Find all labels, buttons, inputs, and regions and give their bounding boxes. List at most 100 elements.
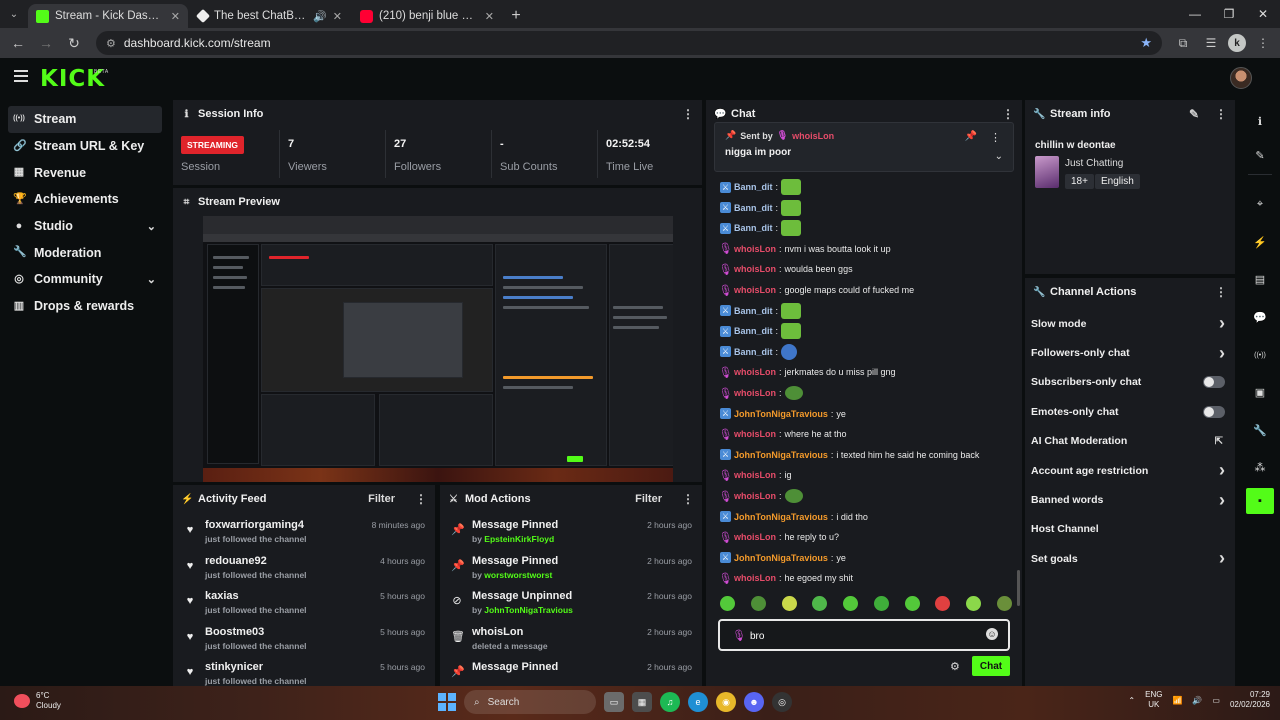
chat-message[interactable]: 🎙 whoisLon: he egoed my shit: [719, 569, 854, 587]
more-options-icon[interactable]: ⋮: [1215, 107, 1227, 121]
chat-username[interactable]: whoisLon: [734, 573, 776, 583]
mod-action-item[interactable]: 🗑 whoisLon deleted a message 2 hours ago: [440, 620, 702, 656]
chat-messages[interactable]: ⚔ Bann_dit: ⚔ Bann_dit: ⚔ Bann_dit: 🎙 whoisLon:…: [706, 120, 1022, 606]
chat-message[interactable]: 🎙 whoisLon: nvm i was boutta look it up: [719, 240, 891, 258]
chat-username[interactable]: whoisLon: [734, 429, 776, 439]
new-tab-button[interactable]: +: [504, 4, 528, 28]
chat-emote[interactable]: [784, 386, 803, 400]
chat-settings-icon[interactable]: ⚙: [950, 660, 960, 673]
pinned-message[interactable]: 📌 Sent by 🎙 whoisLon nigga im poor 📌 ⋮ ⌄: [714, 122, 1014, 172]
channel-action-host-channel[interactable]: Host Channel: [1025, 515, 1235, 544]
more-options-icon[interactable]: ⋮: [415, 492, 427, 506]
chat-message[interactable]: 🎙 whoisLon: jerkmates do u miss pill gng: [719, 363, 896, 381]
quick-emote[interactable]: [781, 595, 797, 611]
wrench-icon[interactable]: 🔧: [1246, 417, 1274, 443]
tab-search-menu-button[interactable]: ⌄: [0, 0, 28, 28]
site-info-icon[interactable]: ⚙: [106, 37, 116, 50]
send-chat-button[interactable]: Chat: [972, 656, 1010, 676]
chat-message[interactable]: ⚔ Bann_dit:: [720, 322, 802, 340]
chat-username[interactable]: whoisLon: [734, 532, 776, 542]
mod-action-item[interactable]: ⊘ Message Unpinned by JohnTonNigaTravious 2…: [440, 584, 702, 620]
chat-message[interactable]: ⚔ Bann_dit:: [720, 199, 802, 217]
quick-emote[interactable]: [812, 595, 828, 611]
channel-action-set-goals[interactable]: Set goals ›: [1025, 544, 1235, 573]
obs-icon[interactable]: ◎: [772, 692, 792, 712]
chat-username[interactable]: JohnTonNigaTravious: [734, 450, 828, 460]
quick-emote[interactable]: [935, 595, 951, 611]
chevron-down-icon[interactable]: ⌄: [147, 220, 156, 233]
language-indicator[interactable]: ENG UK: [1145, 690, 1162, 710]
tab-chatbot[interactable]: The best ChatBot and Widg 🔊 ✕: [190, 4, 350, 28]
chevron-right-icon[interactable]: ›: [1219, 548, 1225, 569]
maximize-icon[interactable]: ❐: [1212, 0, 1246, 28]
chat-message[interactable]: ⚔ JohnTonNigaTravious: i texted him he sai…: [720, 446, 979, 464]
chat-emote[interactable]: [781, 323, 802, 340]
file-explorer-icon[interactable]: ▭: [604, 692, 624, 712]
chat-input-box[interactable]: 🎙 ☺: [718, 619, 1010, 651]
browser-menu-icon[interactable]: ⋮: [1252, 32, 1274, 54]
forward-icon[interactable]: →: [34, 31, 58, 55]
more-options-icon[interactable]: ⋮: [682, 492, 694, 506]
chat-username[interactable]: Bann_dit: [734, 223, 773, 233]
chat-username[interactable]: whoisLon: [734, 285, 776, 295]
chat-message[interactable]: ⚔ Bann_dit:: [720, 343, 798, 361]
channel-action-emotes-only-chat[interactable]: Emotes-only chat: [1025, 397, 1235, 426]
chat-message[interactable]: ⚔ Bann_dit:: [720, 302, 802, 320]
quick-emote[interactable]: [873, 595, 889, 611]
chat-username[interactable]: whoisLon: [734, 491, 776, 501]
target-icon[interactable]: ⌖: [1246, 191, 1274, 217]
store-icon[interactable]: ▦: [632, 692, 652, 712]
close-tab-icon[interactable]: ✕: [333, 10, 342, 23]
speaker-icon[interactable]: 🔊: [313, 10, 327, 23]
spotify-icon[interactable]: ♫: [660, 692, 680, 712]
external-link-icon[interactable]: ⇱: [1215, 436, 1223, 447]
chat-emote[interactable]: [781, 302, 802, 319]
wifi-icon[interactable]: 📶: [1172, 696, 1182, 705]
chat-emote[interactable]: [781, 179, 802, 195]
chat-message[interactable]: ⚔ JohnTonNigaTravious: i did tho: [720, 508, 868, 526]
activity-item[interactable]: ♥ stinkynicer just followed the channel 5 h…: [173, 655, 435, 686]
quick-emote[interactable]: [966, 595, 982, 611]
chat-username[interactable]: whoisLon: [734, 264, 776, 274]
bolt-icon[interactable]: ⚡: [1246, 229, 1274, 255]
chrome-icon[interactable]: ◉: [716, 692, 736, 712]
chat-message[interactable]: 🎙 whoisLon:: [719, 384, 803, 402]
chat-username[interactable]: Bann_dit: [734, 203, 773, 213]
broadcast-icon[interactable]: ((•)): [1246, 342, 1274, 368]
channel-action-subscribers-only-chat[interactable]: Subscribers-only chat: [1025, 368, 1235, 397]
chat-message[interactable]: ⚔ Bann_dit:: [720, 178, 802, 196]
chat-username[interactable]: whoisLon: [734, 244, 776, 254]
nodes-icon[interactable]: ⁂: [1246, 454, 1274, 480]
channel-action-followers-only-chat[interactable]: Followers-only chat ›: [1025, 338, 1235, 367]
mod-action-item[interactable]: 📌 Message Pinned 2 hours ago: [440, 655, 702, 686]
activity-item[interactable]: ♥ kaxias just followed the channel 5 hours …: [173, 584, 435, 620]
sidebar-item-drops-rewards[interactable]: ▥ Drops & rewards: [8, 293, 162, 320]
chevron-down-icon[interactable]: ⌄: [147, 273, 156, 286]
emoji-picker-icon[interactable]: ☺: [986, 628, 998, 640]
url-bar[interactable]: ⚙ dashboard.kick.com/stream ★: [96, 31, 1162, 55]
chat-username[interactable]: JohnTonNigaTravious: [734, 512, 828, 522]
edge-icon[interactable]: e: [688, 692, 708, 712]
more-options-icon[interactable]: ⋮: [1002, 107, 1014, 121]
chat-username[interactable]: Bann_dit: [734, 347, 773, 357]
menu-icon[interactable]: [14, 70, 28, 82]
chat-message[interactable]: 🎙 whoisLon: woulda been ggs: [719, 260, 853, 278]
sidebar-item-stream-url-key[interactable]: 🔗 Stream URL & Key: [8, 133, 162, 160]
more-options-icon[interactable]: ⋮: [1215, 285, 1227, 299]
chat-username[interactable]: Bann_dit: [734, 306, 773, 316]
clock[interactable]: 07:29 02/02/2026: [1230, 690, 1270, 710]
tray-overflow-icon[interactable]: ⌃: [1128, 696, 1135, 705]
layout-icon[interactable]: ▣: [1246, 379, 1274, 405]
channel-action-ai-chat-moderation[interactable]: AI Chat Moderation ⇱: [1025, 427, 1235, 456]
tab-youtube[interactable]: (210) benji blue bills - YouTube ✕: [352, 4, 502, 28]
sidebar-item-studio[interactable]: ● Studio ⌄: [8, 213, 162, 240]
chat-message[interactable]: ⚔ Bann_dit:: [720, 219, 802, 237]
chat-emote[interactable]: [781, 343, 798, 360]
chat-username[interactable]: whoisLon: [734, 470, 776, 480]
chat-username[interactable]: Bann_dit: [734, 326, 773, 336]
mod-action-item[interactable]: 📌 Message Pinned by worstworstworst 2 hours…: [440, 549, 702, 585]
tab-kick-dashboard[interactable]: Stream - Kick Dashboard ✕: [28, 4, 188, 28]
sidebar-item-stream[interactable]: ((•)) Stream: [8, 106, 162, 133]
chat-input[interactable]: [750, 627, 970, 645]
reading-list-icon[interactable]: ☰: [1200, 32, 1222, 54]
